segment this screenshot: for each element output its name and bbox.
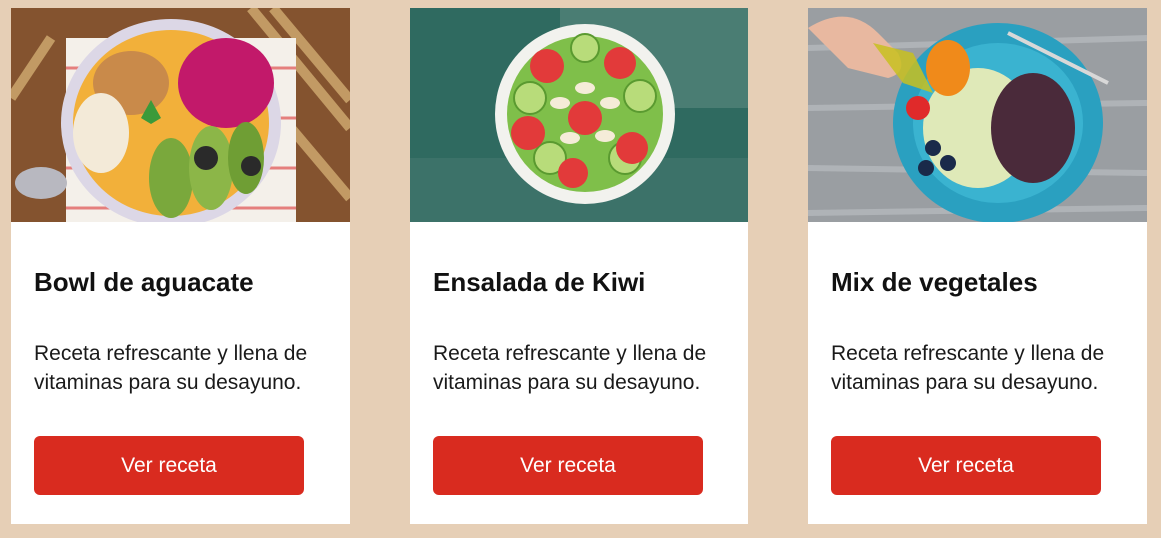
recipe-card: Bowl de aguacate Receta refrescante y ll…: [11, 8, 350, 524]
recipe-card: Ensalada de Kiwi Receta refrescante y ll…: [410, 8, 748, 524]
avocado-bowl-photo: [11, 8, 350, 222]
view-recipe-button[interactable]: Ver receta: [831, 436, 1101, 495]
recipe-description: Receta refrescante y llena de vitaminas …: [34, 342, 308, 394]
recipe-description: Receta refrescante y llena de vitaminas …: [831, 342, 1105, 394]
recipe-title: Bowl de aguacate: [34, 267, 254, 297]
recipe-title: Ensalada de Kiwi: [433, 267, 646, 297]
view-recipe-button[interactable]: Ver receta: [34, 436, 304, 495]
recipe-description: Receta refrescante y llena de vitaminas …: [433, 342, 707, 394]
kiwi-salad-photo: [410, 8, 748, 222]
view-recipe-button[interactable]: Ver receta: [433, 436, 703, 495]
recipe-title: Mix de vegetales: [831, 267, 1038, 297]
vegetable-mix-photo: [808, 8, 1147, 222]
recipe-card: Mix de vegetales Receta refrescante y ll…: [808, 8, 1147, 524]
